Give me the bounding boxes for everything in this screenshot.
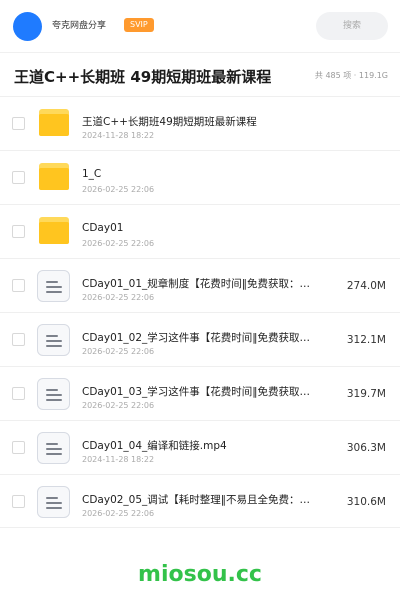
file-name: CDay01_02_学习这件事【花费时间‖免费获取… [82, 332, 311, 344]
file-date: 2024-11-28 18:22 [82, 131, 155, 140]
folder-icon [39, 217, 69, 244]
list-item[interactable]: 1_C 2026-02-25 22:06 [0, 150, 400, 204]
folder-summary: 共 485 项 · 119.1G [314, 71, 388, 80]
file-date: 2026-02-25 22:06 [82, 239, 155, 248]
row-checkbox[interactable] [12, 333, 25, 346]
avatar[interactable] [13, 12, 42, 41]
file-size: 310.6M [346, 496, 386, 508]
list-item[interactable]: CDay01_03_学习这件事【花费时间‖免费获取… 2026-02-25 22… [0, 366, 400, 420]
row-checkbox[interactable] [12, 279, 25, 292]
list-item[interactable]: 王道C++长期班49期短期班最新课程 2024-11-28 18:22 [0, 96, 400, 150]
file-name: CDay01_01_规章制度【花费时间‖免费获取：… [82, 278, 311, 290]
page-title: 王道C++长期班 49期短期班最新课程 [14, 68, 272, 86]
file-size: 274.0M [346, 280, 386, 292]
file-size: 312.1M [346, 334, 386, 346]
file-list: 王道C++长期班49期短期班最新课程 2024-11-28 18:22 1_C … [0, 96, 400, 528]
file-name: CDay01 [82, 222, 124, 234]
list-item[interactable]: CDay01_02_学习这件事【花费时间‖免费获取… 2026-02-25 22… [0, 312, 400, 366]
watermark: miosou.cc [138, 562, 262, 587]
list-item[interactable]: CDay01_04_编译和链接.mp4 2024-11-28 18:22 306… [0, 420, 400, 474]
document-icon [37, 378, 70, 410]
file-date: 2026-02-25 22:06 [82, 401, 155, 410]
file-date: 2026-02-25 22:06 [82, 509, 155, 518]
document-icon [37, 324, 70, 356]
list-item[interactable]: CDay02_05_调试【耗时整理‖不易且全免费：… 2026-02-25 22… [0, 474, 400, 528]
top-bar: 夸克网盘分享 SVIP 搜索 [0, 0, 400, 52]
file-size: 306.3M [346, 442, 386, 454]
document-icon [37, 432, 70, 464]
file-name: CDay01_04_编译和链接.mp4 [82, 440, 227, 452]
row-checkbox[interactable] [12, 171, 25, 184]
row-checkbox[interactable] [12, 495, 25, 508]
file-name: CDay01_03_学习这件事【花费时间‖免费获取… [82, 386, 311, 398]
row-checkbox[interactable] [12, 387, 25, 400]
svip-badge: SVIP [124, 18, 154, 32]
file-date: 2026-02-25 22:06 [82, 185, 155, 194]
list-item[interactable]: CDay01_01_规章制度【花费时间‖免费获取：… 2026-02-25 22… [0, 258, 400, 312]
file-name: 1_C [82, 168, 102, 180]
document-icon [37, 486, 70, 518]
row-checkbox[interactable] [12, 225, 25, 238]
file-name: CDay02_05_调试【耗时整理‖不易且全免费：… [82, 494, 311, 506]
document-icon [37, 270, 70, 302]
file-date: 2026-02-25 22:06 [82, 347, 155, 356]
file-date: 2026-02-25 22:06 [82, 293, 155, 302]
app-name: 夸克网盘分享 [52, 21, 107, 31]
file-name: 王道C++长期班49期短期班最新课程 [82, 116, 257, 128]
list-item[interactable]: CDay01 2026-02-25 22:06 [0, 204, 400, 258]
row-checkbox[interactable] [12, 441, 25, 454]
folder-icon [39, 109, 69, 136]
search-input[interactable]: 搜索 [316, 12, 388, 40]
header-divider [0, 52, 400, 53]
folder-icon [39, 163, 69, 190]
row-checkbox[interactable] [12, 117, 25, 130]
file-date: 2024-11-28 18:22 [82, 455, 155, 464]
file-size: 319.7M [346, 388, 386, 400]
